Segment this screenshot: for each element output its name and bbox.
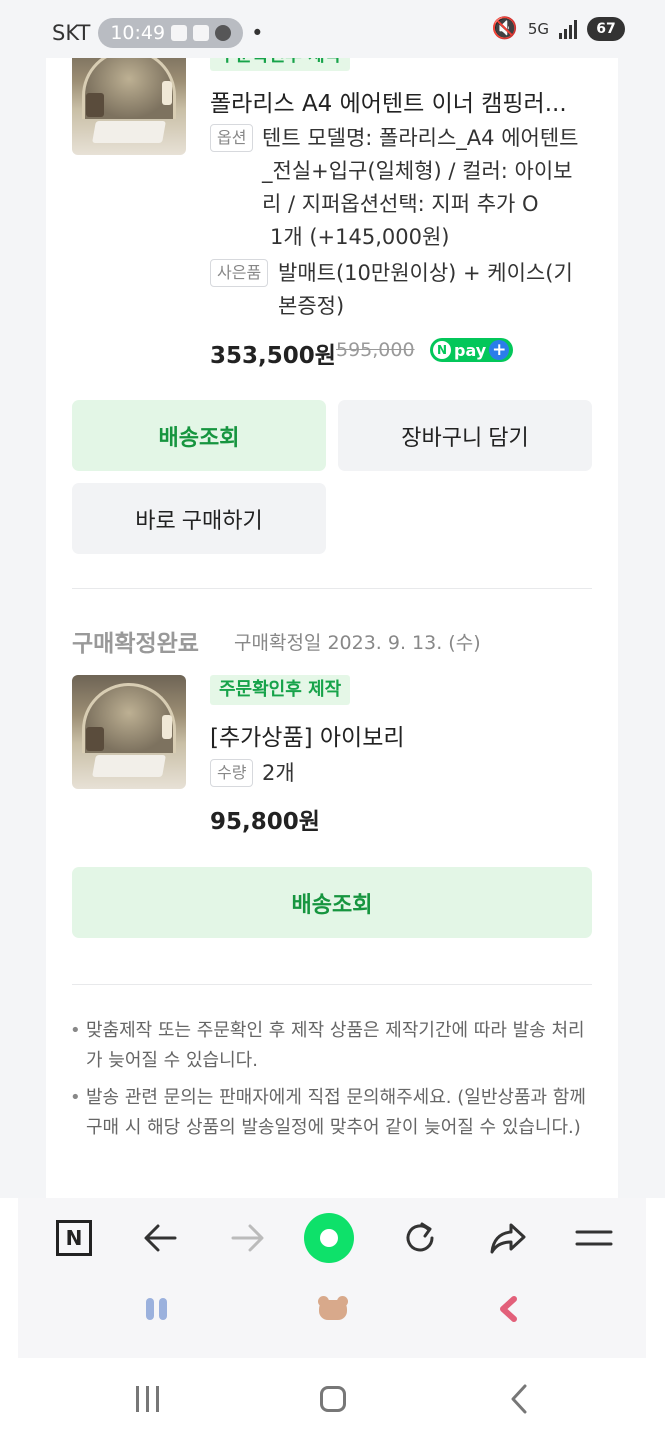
product-title[interactable]: [추가상품] 아이보리 xyxy=(210,718,405,752)
notice-item: 발송 관련 문의는 판매자에게 직접 문의해주세요. (일반상품과 함께 구매 … xyxy=(68,1083,598,1143)
buy-now-button[interactable]: 바로 구매하기 xyxy=(72,483,326,554)
share-button[interactable] xyxy=(486,1216,530,1260)
home-button[interactable] xyxy=(316,1380,350,1418)
npay-n-icon: N xyxy=(433,341,451,359)
pause-icon[interactable] xyxy=(146,1298,167,1320)
option-line: _전실+입구(일체형) / 컬러: 아이보 xyxy=(262,159,573,183)
tent-image-lamp xyxy=(162,715,172,739)
refresh-button[interactable] xyxy=(398,1216,442,1260)
order-status-title: 구매확정완료 xyxy=(72,631,199,657)
system-navigation-bar xyxy=(0,1358,665,1440)
product-thumbnail[interactable] xyxy=(72,675,186,789)
product-price: 95,800원 xyxy=(210,809,320,835)
npay-label: pay xyxy=(454,340,487,360)
back-button[interactable] xyxy=(138,1216,182,1260)
option-tag: 옵션 xyxy=(210,124,254,152)
order-card: 주문확인후 제작 폴라리스 A4 에어텐트 이너 캠핑러... 옵션 텐트 모델… xyxy=(46,0,618,1198)
status-right: 🔇 5G 67 xyxy=(492,16,625,41)
bear-icon[interactable] xyxy=(318,1296,348,1320)
status-bar: SKT 10:49 • 🔇 5G 67 xyxy=(0,0,665,58)
track-delivery-button[interactable]: 배송조회 xyxy=(72,867,592,938)
system-back-button[interactable] xyxy=(504,1380,534,1418)
naver-home-button[interactable]: N xyxy=(52,1216,96,1260)
menu-icon xyxy=(575,1230,613,1246)
n-home-icon: N xyxy=(56,1220,92,1256)
product-price: 353,500원 xyxy=(210,343,336,369)
status-left: SKT 10:49 • xyxy=(52,18,263,48)
browser-toolbar: N xyxy=(18,1198,646,1358)
time-pill: 10:49 xyxy=(98,18,244,48)
content-area: 주문확인후 제작 폴라리스 A4 에어텐트 이너 캠핑러... 옵션 텐트 모델… xyxy=(0,0,665,1198)
npay-plus-icon: + xyxy=(489,340,510,360)
tent-image-rug xyxy=(92,121,166,143)
battery-icon: 67 xyxy=(587,16,625,41)
add-to-cart-button[interactable]: 장바구니 담기 xyxy=(338,400,592,471)
forward-arrow-icon xyxy=(231,1224,264,1252)
recent-apps-button[interactable] xyxy=(130,1380,164,1418)
option-line: 텐트 모델명: 폴라리스_A4 에어텐트 xyxy=(262,126,579,150)
green-dot-icon xyxy=(304,1213,354,1263)
more-notifications-dot-icon: • xyxy=(251,21,264,45)
product-thumbnail[interactable] xyxy=(72,41,186,155)
clock-time: 10:49 xyxy=(110,22,166,44)
gift-text: 발매트(10만원이상) + 케이스(기 본증정) xyxy=(278,257,598,323)
gift-line: 본증정) xyxy=(278,294,345,318)
notice-item: 맞춤제작 또는 주문확인 후 제작 상품은 제작기간에 따라 발송 처리가 늦어… xyxy=(68,1016,598,1076)
notification-icon xyxy=(193,25,210,41)
screen: 주문확인후 제작 폴라리스 A4 에어텐트 이너 캠핑러... 옵션 텐트 모델… xyxy=(0,0,665,1440)
purchase-confirm-date: 구매확정일 2023. 9. 13. (수) xyxy=(234,632,481,654)
tent-image-chair xyxy=(86,93,104,117)
system-back-icon xyxy=(511,1384,527,1414)
carrier-label: SKT xyxy=(52,21,91,45)
signal-icon xyxy=(559,19,577,39)
share-icon xyxy=(490,1223,526,1254)
track-delivery-button[interactable]: 배송조회 xyxy=(72,400,326,471)
mute-icon: 🔇 xyxy=(491,16,518,40)
section-divider xyxy=(72,588,592,589)
option-line: 리 / 지퍼옵션선택: 지퍼 추가 O xyxy=(262,192,539,216)
notice-list: 맞춤제작 또는 주문확인 후 제작 상품은 제작기간에 따라 발송 처리가 늦어… xyxy=(68,1016,598,1150)
recent-apps-icon xyxy=(135,1386,159,1412)
product-title[interactable]: 폴라리스 A4 에어텐트 이너 캠핑러... xyxy=(210,84,567,118)
option-text: 텐트 모델명: 폴라리스_A4 에어텐트 _전실+입구(일체형) / 컬러: 아… xyxy=(262,122,602,254)
gift-line: 발매트(10만원이상) + 케이스(기 xyxy=(278,261,573,285)
tent-image-chair xyxy=(86,727,104,751)
back-arrow-icon xyxy=(144,1224,177,1252)
npay-plus-badge: N pay + xyxy=(430,338,514,362)
forward-button[interactable] xyxy=(226,1216,270,1260)
toolbar-secondary-row xyxy=(18,1288,646,1338)
tent-image-rug xyxy=(92,755,166,777)
quantity-tag: 수량 xyxy=(210,759,254,787)
wifi-icon: 5G xyxy=(527,19,549,38)
section-divider xyxy=(72,984,592,985)
gift-tag: 사은품 xyxy=(210,259,269,287)
original-price: 595,000 xyxy=(336,339,415,361)
made-to-order-badge: 주문확인후 제작 xyxy=(210,675,351,705)
home-icon xyxy=(320,1386,346,1412)
refresh-icon xyxy=(406,1222,434,1252)
option-line: 1개 (+145,000원) xyxy=(270,225,450,249)
green-dot-button[interactable] xyxy=(304,1213,354,1263)
tent-image-lamp xyxy=(162,81,172,105)
menu-button[interactable] xyxy=(572,1216,616,1260)
quantity-value: 2개 xyxy=(262,761,295,785)
notification-icon xyxy=(215,25,232,41)
notification-icon xyxy=(171,25,188,41)
red-chevron-icon[interactable] xyxy=(498,1296,520,1322)
toolbar-main-row: N xyxy=(18,1198,646,1278)
